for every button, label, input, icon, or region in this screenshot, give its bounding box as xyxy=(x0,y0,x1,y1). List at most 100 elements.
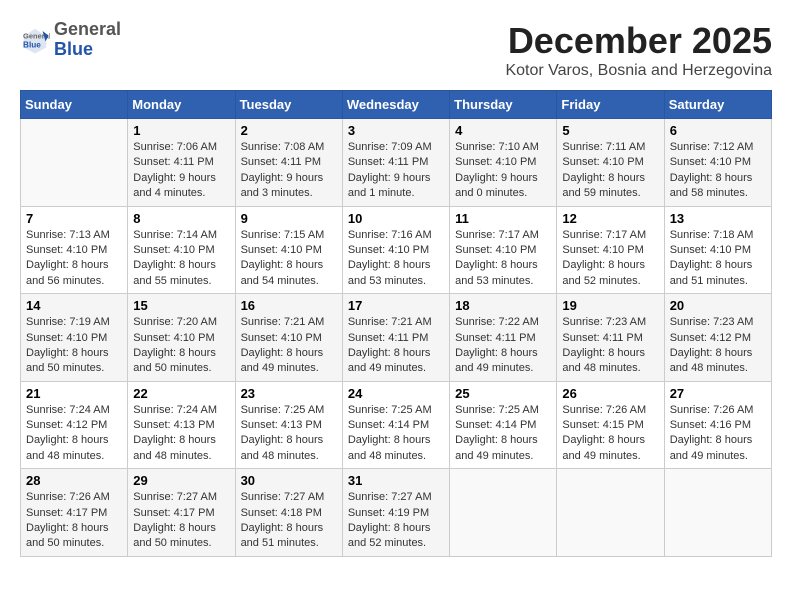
day-info: Sunrise: 7:11 AMSunset: 4:10 PMDaylight:… xyxy=(562,140,658,202)
day-number: 26 xyxy=(562,386,658,401)
calendar-week-row: 14Sunrise: 7:19 AMSunset: 4:10 PMDayligh… xyxy=(21,294,772,382)
day-info: Sunrise: 7:20 AMSunset: 4:10 PMDaylight:… xyxy=(133,315,229,377)
calendar-cell: 12Sunrise: 7:17 AMSunset: 4:10 PMDayligh… xyxy=(557,206,664,294)
day-info: Sunrise: 7:24 AMSunset: 4:12 PMDaylight:… xyxy=(26,403,122,465)
calendar-cell: 9 Sunrise: 7:15 AMSunset: 4:10 PMDaylight… xyxy=(235,206,342,294)
day-info: Sunrise: 7:27 AMSunset: 4:17 PMDaylight:… xyxy=(133,490,229,552)
weekday-header-wednesday: Wednesday xyxy=(342,91,449,119)
calendar-cell xyxy=(557,469,664,557)
day-number: 30 xyxy=(241,473,337,488)
day-number: 9 xyxy=(241,211,337,226)
calendar-cell: 3Sunrise: 7:09 AMSunset: 4:11 PMDaylight… xyxy=(342,119,449,207)
day-number: 22 xyxy=(133,386,229,401)
weekday-header-saturday: Saturday xyxy=(664,91,771,119)
weekday-header-thursday: Thursday xyxy=(450,91,557,119)
day-number: 25 xyxy=(455,386,551,401)
weekday-header-sunday: Sunday xyxy=(21,91,128,119)
day-number: 7 xyxy=(26,211,122,226)
calendar-cell: 8Sunrise: 7:14 AMSunset: 4:10 PMDaylight… xyxy=(128,206,235,294)
day-info: Sunrise: 7:26 AMSunset: 4:16 PMDaylight:… xyxy=(670,403,766,465)
day-info: Sunrise: 7:25 AMSunset: 4:14 PMDaylight:… xyxy=(455,403,551,465)
generalblue-logo-icon: General Blue xyxy=(20,25,50,55)
day-number: 24 xyxy=(348,386,444,401)
weekday-header-tuesday: Tuesday xyxy=(235,91,342,119)
day-info: Sunrise: 7:18 AMSunset: 4:10 PMDaylight:… xyxy=(670,228,766,290)
weekday-header-monday: Monday xyxy=(128,91,235,119)
calendar-cell: 7 Sunrise: 7:13 AMSunset: 4:10 PMDaylight… xyxy=(21,206,128,294)
day-info: Sunrise: 7:06 AMSunset: 4:11 PMDaylight:… xyxy=(133,140,229,202)
calendar-cell xyxy=(664,469,771,557)
day-number: 21 xyxy=(26,386,122,401)
header: General Blue General Blue December 2025 … xyxy=(20,20,772,80)
day-number: 29 xyxy=(133,473,229,488)
day-info: Sunrise: 7:17 AMSunset: 4:10 PMDaylight:… xyxy=(455,228,551,290)
calendar-cell: 23 Sunrise: 7:25 AMSunset: 4:13 PMDayligh… xyxy=(235,381,342,469)
day-number: 12 xyxy=(562,211,658,226)
location-title: Kotor Varos, Bosnia and Herzegovina xyxy=(505,62,772,80)
day-info: Sunrise: 7:23 AMSunset: 4:11 PMDaylight:… xyxy=(562,315,658,377)
logo-general: General xyxy=(54,20,121,40)
calendar-table: SundayMondayTuesdayWednesdayThursdayFrid… xyxy=(20,90,772,557)
calendar-cell: 26Sunrise: 7:26 AMSunset: 4:15 PMDayligh… xyxy=(557,381,664,469)
day-info: Sunrise: 7:16 AMSunset: 4:10 PMDaylight:… xyxy=(348,228,444,290)
calendar-cell: 5Sunrise: 7:11 AMSunset: 4:10 PMDaylight… xyxy=(557,119,664,207)
day-info: Sunrise: 7:21 AMSunset: 4:10 PMDaylight:… xyxy=(241,315,337,377)
day-info: Sunrise: 7:27 AMSunset: 4:18 PMDaylight:… xyxy=(241,490,337,552)
calendar-cell: 27 Sunrise: 7:26 AMSunset: 4:16 PMDayligh… xyxy=(664,381,771,469)
calendar-cell: 21 Sunrise: 7:24 AMSunset: 4:12 PMDayligh… xyxy=(21,381,128,469)
calendar-cell: 18Sunrise: 7:22 AMSunset: 4:11 PMDayligh… xyxy=(450,294,557,382)
day-info: Sunrise: 7:15 AMSunset: 4:10 PMDaylight:… xyxy=(241,228,337,290)
calendar-cell: 6Sunrise: 7:12 AMSunset: 4:10 PMDaylight… xyxy=(664,119,771,207)
day-info: Sunrise: 7:25 AMSunset: 4:13 PMDaylight:… xyxy=(241,403,337,465)
calendar-cell: 19Sunrise: 7:23 AMSunset: 4:11 PMDayligh… xyxy=(557,294,664,382)
day-number: 23 xyxy=(241,386,337,401)
day-number: 28 xyxy=(26,473,122,488)
calendar-cell: 29 Sunrise: 7:27 AMSunset: 4:17 PMDayligh… xyxy=(128,469,235,557)
day-number: 27 xyxy=(670,386,766,401)
calendar-cell xyxy=(21,119,128,207)
day-number: 17 xyxy=(348,298,444,313)
calendar-cell: 16 Sunrise: 7:21 AMSunset: 4:10 PMDayligh… xyxy=(235,294,342,382)
day-info: Sunrise: 7:26 AMSunset: 4:17 PMDaylight:… xyxy=(26,490,122,552)
weekday-header-friday: Friday xyxy=(557,91,664,119)
calendar-cell xyxy=(450,469,557,557)
day-number: 11 xyxy=(455,211,551,226)
day-info: Sunrise: 7:23 AMSunset: 4:12 PMDaylight:… xyxy=(670,315,766,377)
day-info: Sunrise: 7:10 AMSunset: 4:10 PMDaylight:… xyxy=(455,140,551,202)
svg-text:Blue: Blue xyxy=(23,40,41,49)
title-section: December 2025 Kotor Varos, Bosnia and He… xyxy=(505,20,772,80)
day-info: Sunrise: 7:24 AMSunset: 4:13 PMDaylight:… xyxy=(133,403,229,465)
logo-blue: Blue xyxy=(54,40,121,60)
day-info: Sunrise: 7:13 AMSunset: 4:10 PMDaylight:… xyxy=(26,228,122,290)
calendar-cell: 2Sunrise: 7:08 AMSunset: 4:11 PMDaylight… xyxy=(235,119,342,207)
day-number: 3 xyxy=(348,123,444,138)
month-title: December 2025 xyxy=(505,20,772,62)
calendar-cell: 22 Sunrise: 7:24 AMSunset: 4:13 PMDayligh… xyxy=(128,381,235,469)
day-info: Sunrise: 7:14 AMSunset: 4:10 PMDaylight:… xyxy=(133,228,229,290)
calendar-cell: 20 Sunrise: 7:23 AMSunset: 4:12 PMDayligh… xyxy=(664,294,771,382)
calendar-cell: 24Sunrise: 7:25 AMSunset: 4:14 PMDayligh… xyxy=(342,381,449,469)
calendar-cell: 10 Sunrise: 7:16 AMSunset: 4:10 PMDayligh… xyxy=(342,206,449,294)
calendar-cell: 15 Sunrise: 7:20 AMSunset: 4:10 PMDayligh… xyxy=(128,294,235,382)
calendar-cell: 13Sunrise: 7:18 AMSunset: 4:10 PMDayligh… xyxy=(664,206,771,294)
calendar-week-row: 7 Sunrise: 7:13 AMSunset: 4:10 PMDaylight… xyxy=(21,206,772,294)
logo: General Blue General Blue xyxy=(20,20,121,60)
calendar-cell: 30 Sunrise: 7:27 AMSunset: 4:18 PMDayligh… xyxy=(235,469,342,557)
day-number: 1 xyxy=(133,123,229,138)
day-number: 16 xyxy=(241,298,337,313)
calendar-cell: 14Sunrise: 7:19 AMSunset: 4:10 PMDayligh… xyxy=(21,294,128,382)
day-info: Sunrise: 7:12 AMSunset: 4:10 PMDaylight:… xyxy=(670,140,766,202)
calendar-week-row: 21 Sunrise: 7:24 AMSunset: 4:12 PMDayligh… xyxy=(21,381,772,469)
calendar-cell: 17 Sunrise: 7:21 AMSunset: 4:11 PMDayligh… xyxy=(342,294,449,382)
day-number: 31 xyxy=(348,473,444,488)
day-number: 20 xyxy=(670,298,766,313)
calendar-cell: 25 Sunrise: 7:25 AMSunset: 4:14 PMDayligh… xyxy=(450,381,557,469)
calendar-week-row: 1 Sunrise: 7:06 AMSunset: 4:11 PMDaylight… xyxy=(21,119,772,207)
day-info: Sunrise: 7:22 AMSunset: 4:11 PMDaylight:… xyxy=(455,315,551,377)
day-info: Sunrise: 7:21 AMSunset: 4:11 PMDaylight:… xyxy=(348,315,444,377)
calendar-cell: 4 Sunrise: 7:10 AMSunset: 4:10 PMDaylight… xyxy=(450,119,557,207)
calendar-cell: 31Sunrise: 7:27 AMSunset: 4:19 PMDayligh… xyxy=(342,469,449,557)
day-number: 4 xyxy=(455,123,551,138)
day-number: 10 xyxy=(348,211,444,226)
day-number: 15 xyxy=(133,298,229,313)
